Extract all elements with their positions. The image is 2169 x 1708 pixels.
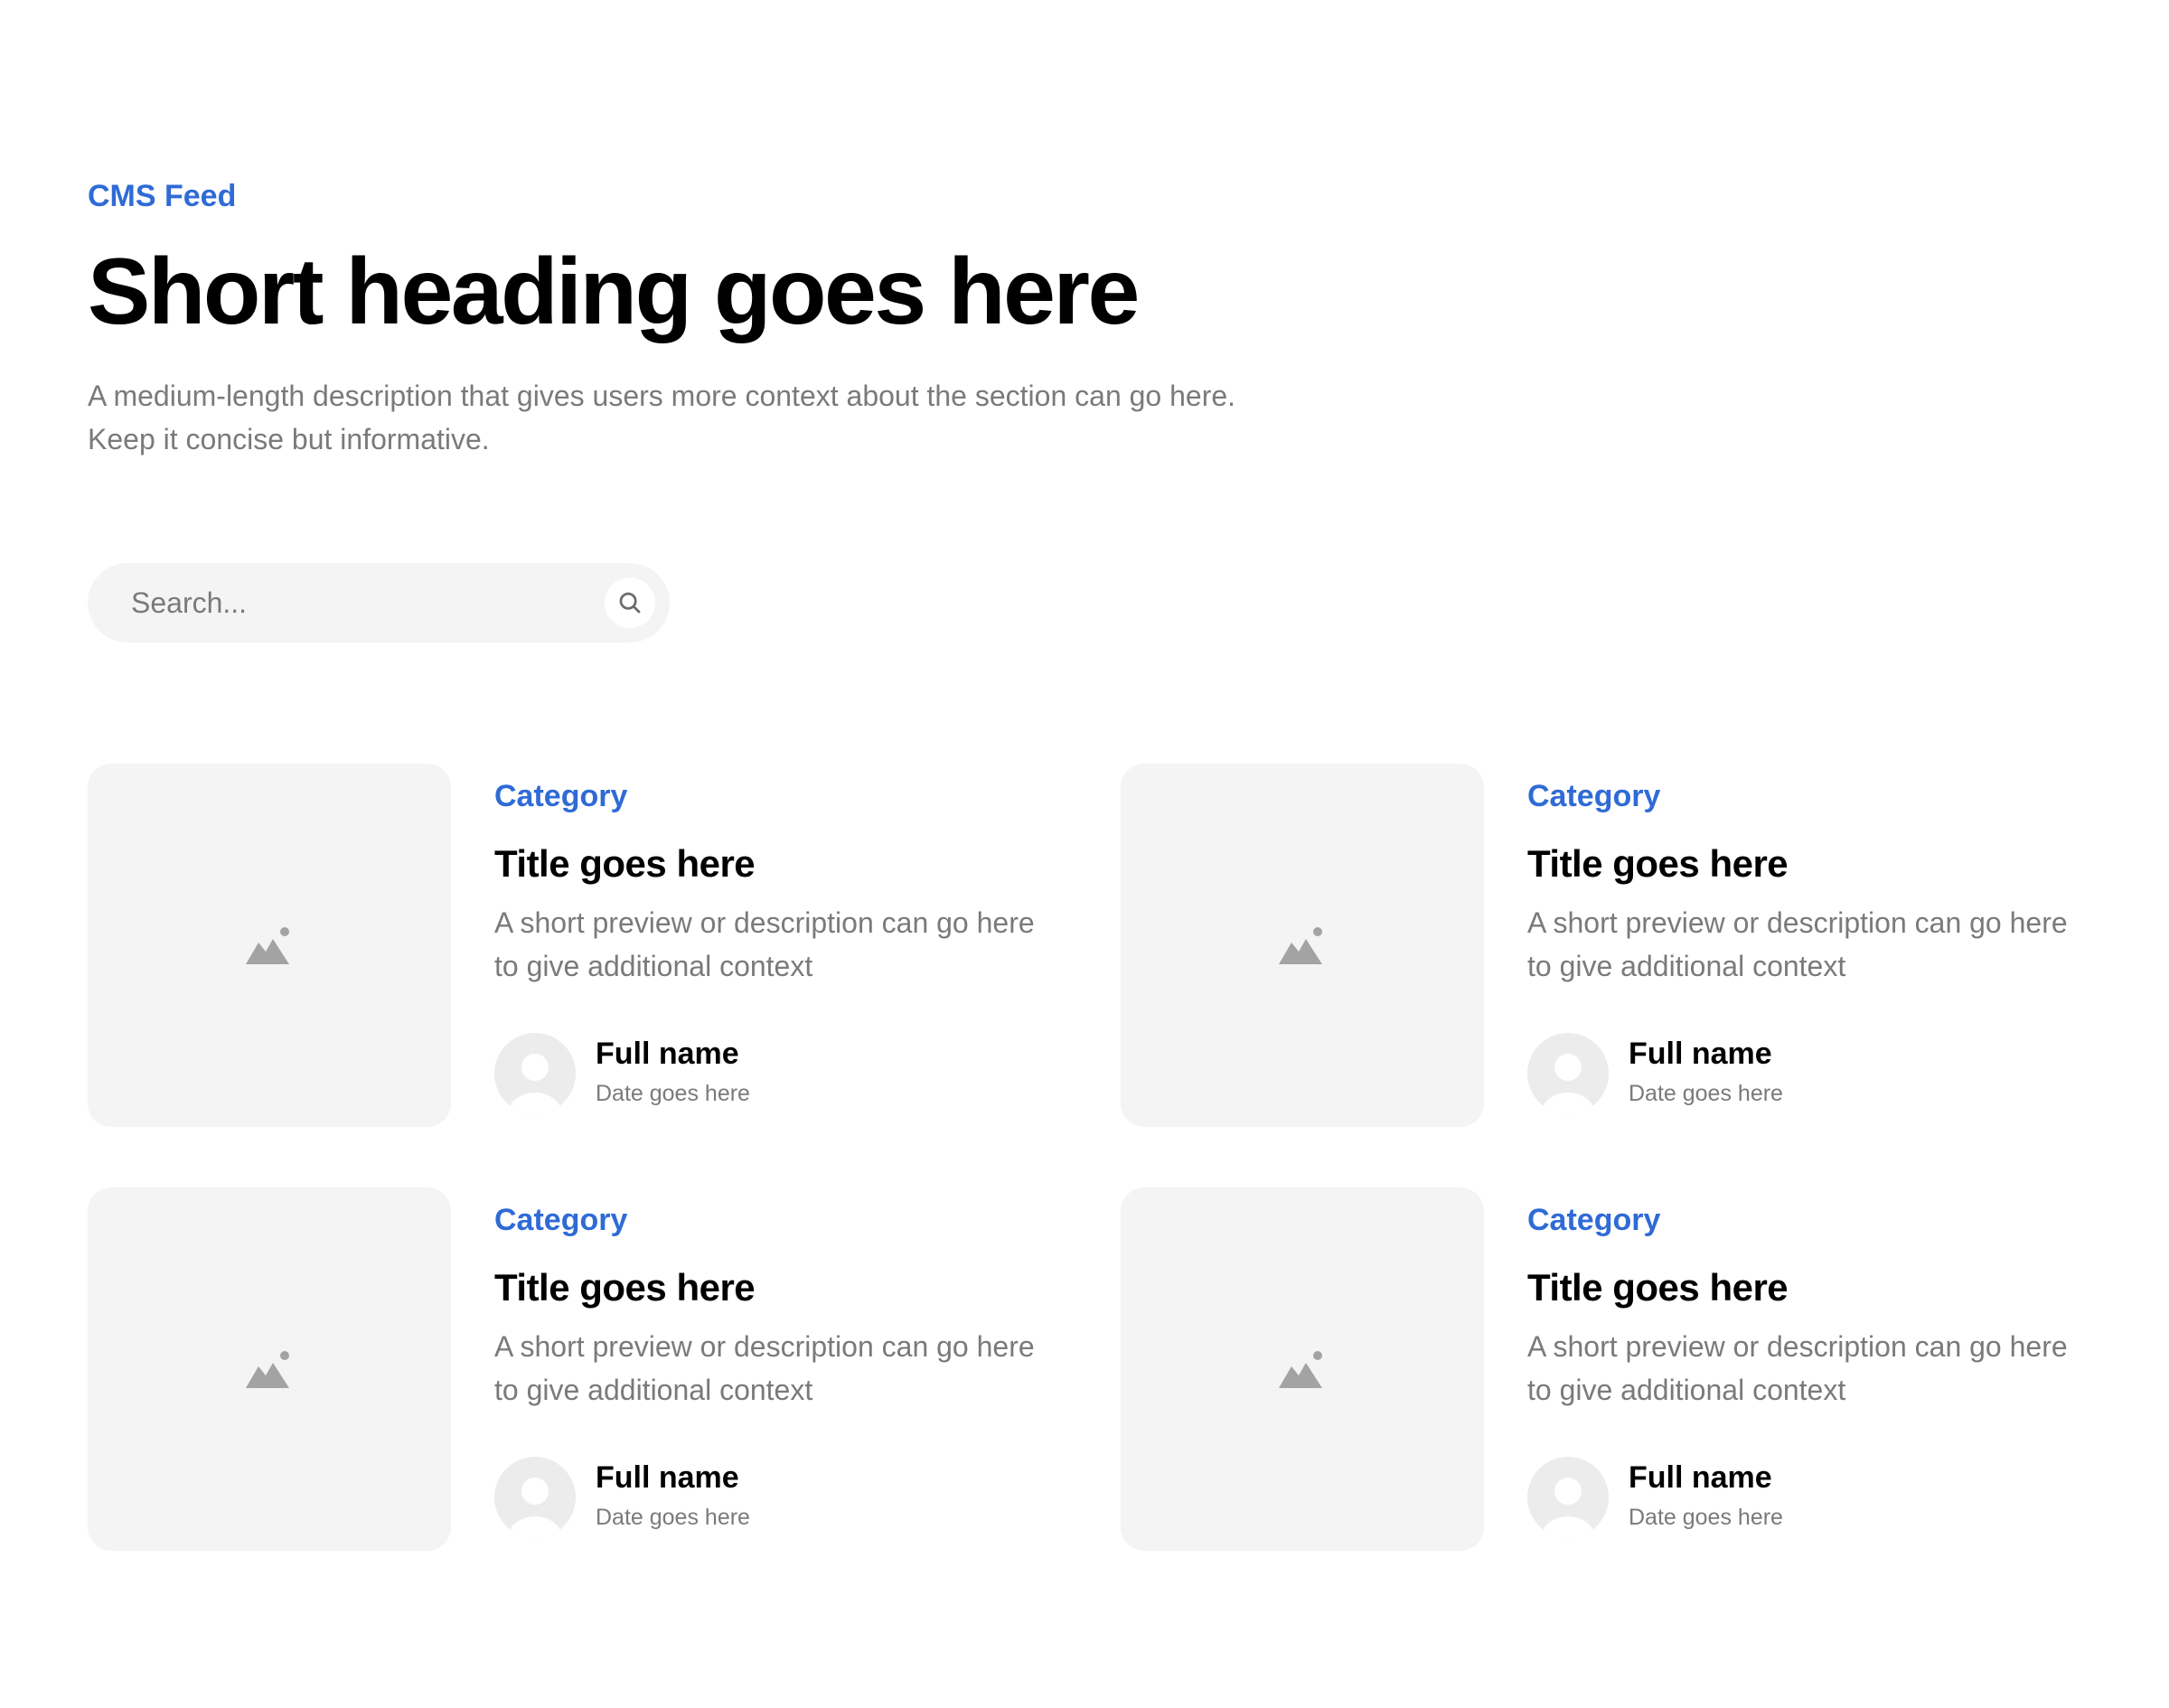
post-category[interactable]: Category [1527,1198,2106,1242]
image-placeholder-icon [246,927,289,964]
post-category[interactable]: Category [494,1198,1073,1242]
post-category[interactable]: Category [1527,774,2106,818]
post-author: Full name Date goes here [494,1457,1037,1538]
avatar [1527,1033,1609,1114]
section-heading: Short heading goes here [88,239,1140,344]
search-button[interactable] [605,577,655,628]
post-title[interactable]: Title goes here [494,1263,1073,1312]
post-author: Full name Date goes here [494,1033,1037,1114]
post-content: Category Title goes here A short preview… [1527,764,2106,1114]
post-description: A short preview or description can go he… [494,1330,1035,1406]
post-card[interactable]: Category Title goes here A short preview… [88,1187,1082,1551]
post-description: A short preview or description can go he… [494,906,1035,982]
avatar [494,1457,576,1538]
post-author: Full name Date goes here [1527,1033,2070,1114]
author-name: Full name [596,1037,739,1071]
author-name: Full name [596,1460,739,1495]
post-description: A short preview or description can go he… [1527,1330,2068,1406]
post-content: Category Title goes here A short preview… [494,764,1073,1114]
search-bar [88,563,670,643]
author-name: Full name [1629,1460,1772,1495]
post-title[interactable]: Title goes here [1527,1263,2106,1312]
user-avatar-icon [1541,1478,1595,1538]
post-card[interactable]: Category Title goes here A short preview… [88,764,1082,1127]
user-avatar-icon [508,1054,562,1114]
image-placeholder-icon [1279,1351,1322,1388]
search-icon [619,592,641,614]
post-date: Date goes here [596,1081,750,1106]
post-category[interactable]: Category [494,774,1073,818]
post-author: Full name Date goes here [1527,1457,2070,1538]
avatar [1527,1457,1609,1538]
post-content: Category Title goes here A short preview… [494,1187,1073,1538]
post-image[interactable] [88,764,451,1127]
post-image[interactable] [88,1187,451,1551]
image-placeholder-icon [246,1351,289,1388]
post-card[interactable]: Category Title goes here A short preview… [1121,1187,2115,1551]
section-eyebrow: CMS Feed [88,179,237,213]
post-date: Date goes here [1629,1505,1783,1530]
section-description: A medium-length description that gives u… [88,380,1236,455]
search-input[interactable] [131,563,583,643]
post-description: A short preview or description can go he… [1527,906,2068,982]
post-date: Date goes here [596,1505,750,1530]
post-title[interactable]: Title goes here [494,840,1073,888]
post-image[interactable] [1121,1187,1484,1551]
avatar [494,1033,576,1114]
post-card[interactable]: Category Title goes here A short preview… [1121,764,2115,1127]
author-name: Full name [1629,1037,1772,1071]
post-date: Date goes here [1629,1081,1783,1106]
section-header: CMS Feed Short heading goes here A mediu… [88,172,1263,461]
image-placeholder-icon [1279,927,1322,964]
post-content: Category Title goes here A short preview… [1527,1187,2106,1538]
cms-feed-page: CMS Feed Short heading goes here A mediu… [0,0,2169,1708]
user-avatar-icon [508,1478,562,1538]
user-avatar-icon [1541,1054,1595,1114]
post-title[interactable]: Title goes here [1527,840,2106,888]
post-image[interactable] [1121,764,1484,1127]
